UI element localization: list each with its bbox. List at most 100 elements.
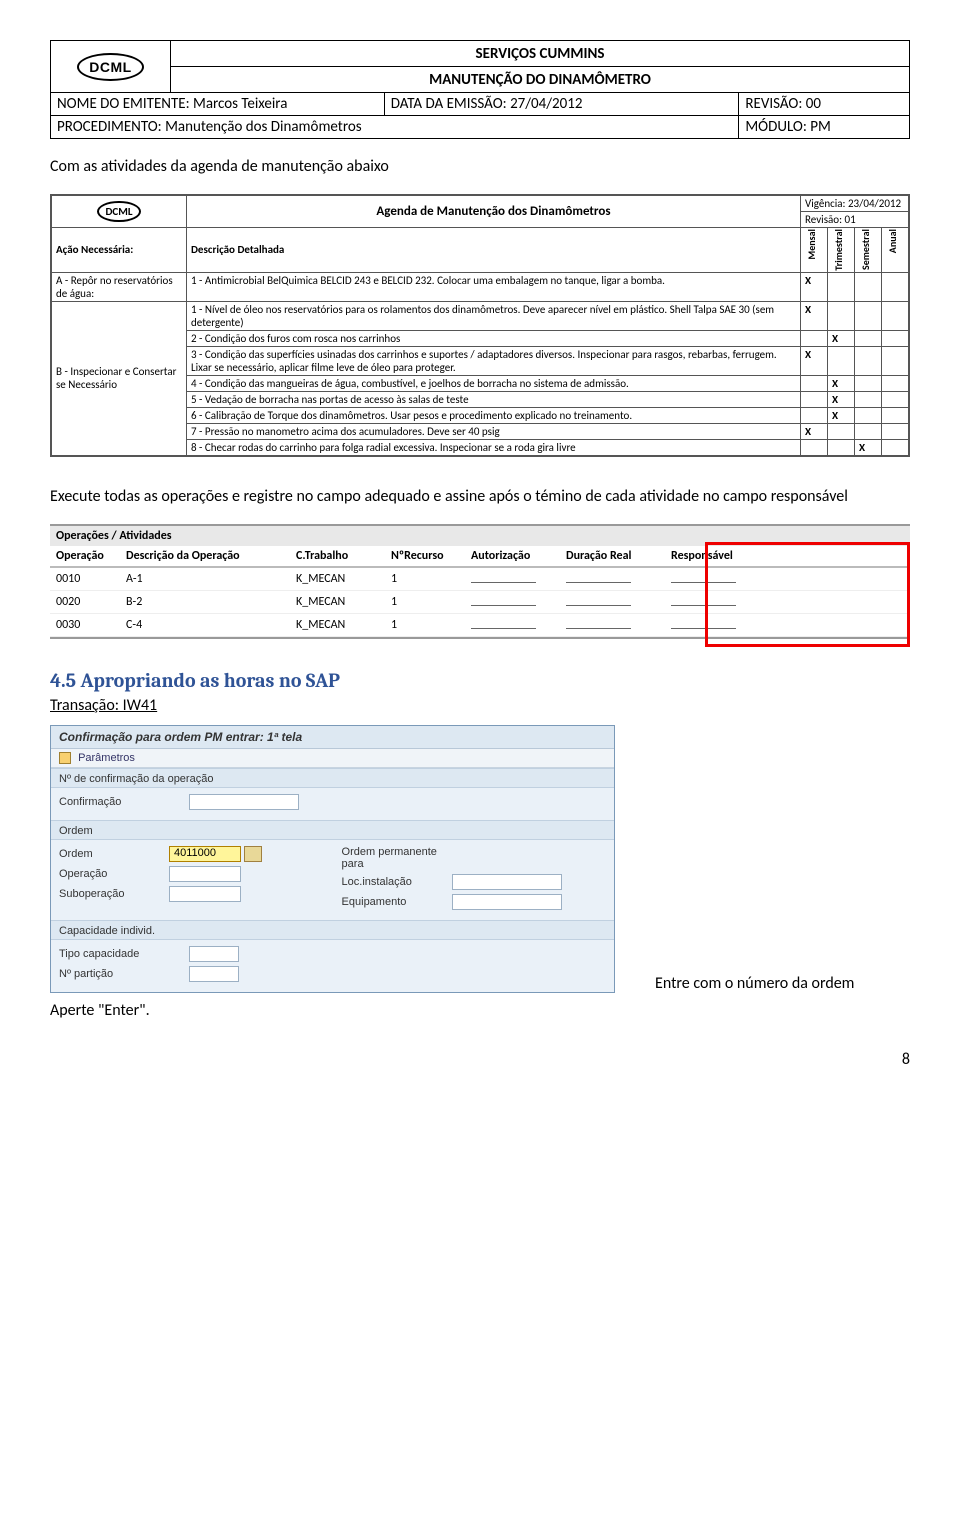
sap-label-operacao: Operação	[59, 868, 169, 880]
ops-row: 0020 B-2 K_MECAN 1	[50, 590, 910, 613]
ops-col-6: Responsável	[665, 546, 910, 567]
agenda-mark	[882, 330, 909, 346]
agenda-desc: 8 - Checar rodas do carrinho para folga …	[187, 439, 801, 455]
agenda-mark: X	[801, 423, 828, 439]
agenda-mark	[882, 391, 909, 407]
agenda-mark	[855, 346, 882, 375]
header-title1: SERVIÇOS CUMMINS	[171, 41, 910, 67]
emitente-value: Marcos Teixeira	[193, 95, 287, 113]
ops-col-2: C.Trabalho	[290, 546, 385, 567]
agenda-mark	[801, 439, 828, 455]
agenda-col-acao: Ação Necessária:	[52, 228, 187, 273]
sap-label-suboperacao: Suboperação	[59, 888, 169, 900]
sap-window-title: Confirmação para ordem PM entrar: 1ª tel…	[51, 726, 614, 749]
agenda-mark	[801, 330, 828, 346]
ops-col-4: Autorização	[465, 546, 560, 567]
agenda-desc: 5 - Vedação de borracha nas portas de ac…	[187, 391, 801, 407]
agenda-mark	[855, 407, 882, 423]
agenda-mark: X	[801, 272, 828, 301]
ops-ct: K_MECAN	[290, 590, 385, 613]
revisao-value: 00	[806, 95, 821, 113]
sap-input-tipo[interactable]	[189, 946, 239, 962]
agenda-group-a: A - Repôr no reservatórios de água:	[52, 272, 187, 301]
header-logo-cell: DCML	[51, 41, 171, 93]
agenda-desc: 1 - Nível de óleo nos reservatórios para…	[187, 301, 801, 330]
ops-auth	[465, 613, 560, 636]
ops-dur	[560, 590, 665, 613]
ops-col-3: NºRecurso	[385, 546, 465, 567]
sap-label-confirm: Confirmação	[59, 796, 189, 808]
ops-desc: C-4	[120, 613, 290, 636]
sap-input-operacao[interactable]	[169, 866, 241, 882]
agenda-mark	[882, 346, 909, 375]
modulo-value: PM	[810, 118, 831, 136]
proc-value: Manutenção dos Dinamômetros	[165, 118, 362, 136]
agenda-mark	[828, 301, 855, 330]
sap-window: Confirmação para ordem PM entrar: 1ª tel…	[50, 725, 615, 993]
paragraph-1: Com as atividades da agenda de manutençã…	[50, 157, 910, 176]
agenda-mark: X	[855, 439, 882, 455]
agenda-logo: DCML	[97, 201, 140, 222]
ops-ct: K_MECAN	[290, 613, 385, 636]
ops-resp	[665, 567, 910, 591]
sap-label-npart: Nº partição	[59, 968, 189, 980]
agenda-mark	[855, 423, 882, 439]
agenda-desc: 1 - Antimicrobial BelQuimica BELCID 243 …	[187, 272, 801, 301]
agenda-title: Agenda de Manutenção dos Dinamômetros	[187, 196, 801, 228]
agenda-desc: 4 - Condição das mangueiras de água, com…	[187, 375, 801, 391]
transacao-label: Transação: IW41	[50, 696, 910, 715]
agenda-revisao: Revisão: 01	[801, 212, 909, 228]
emitente-cell: NOME DO EMITENTE: Marcos Teixeira	[51, 93, 385, 116]
ops-nr: 1	[385, 567, 465, 591]
ops-desc: A-1	[120, 567, 290, 591]
sap-group-ordem: Ordem	[51, 820, 614, 840]
ops-col-5: Duração Real	[560, 546, 665, 567]
ops-col-0: Operação	[50, 546, 120, 567]
sap-toolbar[interactable]: Parâmetros	[51, 749, 614, 768]
agenda-mark: X	[828, 375, 855, 391]
agenda-mark	[882, 272, 909, 301]
agenda-group-b: B - Inspecionar e Consertar se Necessári…	[52, 301, 187, 455]
sap-input-loc[interactable]	[452, 874, 562, 890]
agenda-desc: 7 - Pressão no manometro acima dos acumu…	[187, 423, 801, 439]
ops-row: 0010 A-1 K_MECAN 1	[50, 567, 910, 591]
sap-group-confirm: Nº de confirmação da operação	[51, 768, 614, 788]
agenda-mark	[882, 407, 909, 423]
paragraph-2: Execute todas as operações e registre no…	[50, 487, 910, 506]
ops-row: 0030 C-4 K_MECAN 1	[50, 613, 910, 636]
agenda-mark	[855, 330, 882, 346]
ops-table-snapshot: Operações / Atividades Operação Descriçã…	[50, 524, 910, 639]
agenda-period-0: Mensal	[805, 229, 823, 260]
agenda-mark	[801, 407, 828, 423]
emitente-label: NOME DO EMITENTE:	[57, 95, 190, 113]
ops-op: 0010	[50, 567, 120, 591]
agenda-mark	[801, 375, 828, 391]
sap-label-tipo: Tipo capacidade	[59, 948, 189, 960]
sap-input-ordem[interactable]: 4011000	[169, 846, 241, 862]
agenda-mark: X	[828, 391, 855, 407]
sap-input-equip[interactable]	[452, 894, 562, 910]
agenda-mark: X	[801, 346, 828, 375]
dcml-logo: DCML	[77, 53, 143, 81]
agenda-mark: X	[828, 407, 855, 423]
proc-cell: PROCEDIMENTO: Manutenção dos Dinamômetro…	[51, 116, 739, 139]
sap-label-loc: Loc.instalação	[342, 876, 452, 888]
sap-input-ordem-search[interactable]	[244, 846, 262, 862]
proc-label: PROCEDIMENTO:	[57, 118, 162, 136]
ops-section-title: Operações / Atividades	[50, 526, 910, 546]
section-4-5-title: 4.5 Apropriando as horas no SAP	[50, 669, 910, 692]
sap-label-ordperm: Ordem permanente para	[342, 846, 452, 870]
sap-input-suboperacao[interactable]	[169, 886, 241, 902]
agenda-mark: X	[801, 301, 828, 330]
revisao-cell: REVISÃO: 00	[739, 93, 910, 116]
agenda-col-desc: Descrição Detalhada	[187, 228, 801, 273]
ops-ct: K_MECAN	[290, 567, 385, 591]
sap-input-npart[interactable]	[189, 966, 239, 982]
agenda-desc: 6 - Calibração de Torque dos dinamômetro…	[187, 407, 801, 423]
agenda-desc: 3 - Condição das superfícies usinadas do…	[187, 346, 801, 375]
ops-desc: B-2	[120, 590, 290, 613]
sap-input-confirm[interactable]	[189, 794, 299, 810]
modulo-label: MÓDULO:	[745, 118, 807, 136]
agenda-mark	[855, 391, 882, 407]
ops-op: 0020	[50, 590, 120, 613]
